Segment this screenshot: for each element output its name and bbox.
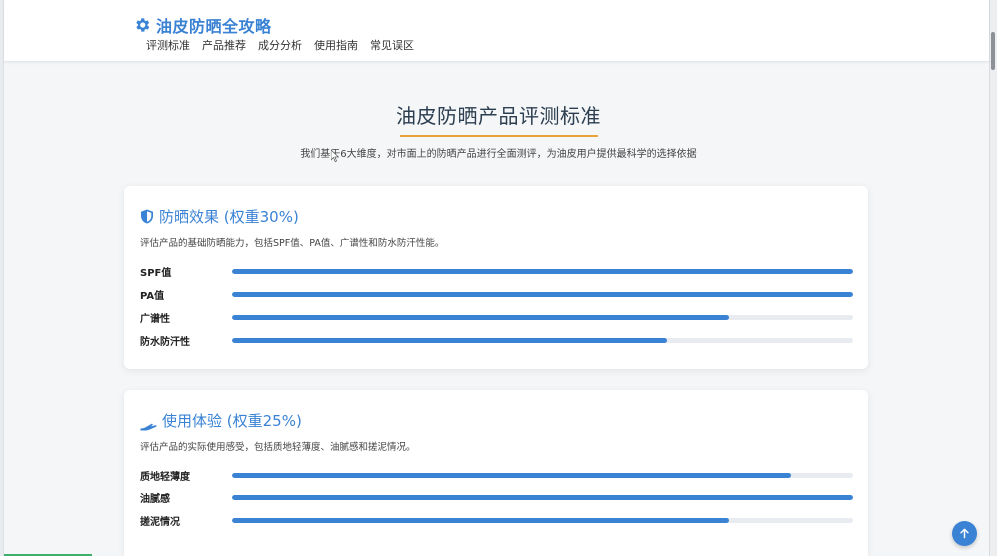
progress-fill	[232, 291, 853, 297]
site-title: 油皮防晒全攻略	[156, 17, 272, 36]
metric-label: 质地轻薄度	[140, 471, 190, 483]
progress-fill	[232, 314, 729, 320]
progress-track	[232, 337, 853, 343]
site-header: 油皮防晒全攻略 评测标准 产品推荐 成分分析 使用指南 常见误区	[4, 0, 989, 62]
scrollbar-thumb[interactable]	[991, 32, 995, 70]
page-subtitle: 我们基于6大维度，对市面上的防晒产品进行全面测评，为油皮用户提供最科学的选择依据	[300, 149, 697, 160]
card-header: 防晒效果 (权重30%)	[140, 206, 299, 227]
metric-label: 油腻感	[140, 493, 170, 505]
progress-track	[232, 472, 853, 478]
progress-fill	[232, 268, 853, 274]
progress-fill	[232, 472, 791, 478]
metric-label: 搓泥情况	[140, 516, 180, 528]
nav-item-myths[interactable]: 常见误区	[370, 37, 414, 53]
metric-label: PA值	[140, 290, 165, 302]
progress-track	[232, 494, 853, 500]
mouse-cursor-icon	[331, 150, 339, 162]
card-header: 使用体验 (权重25%)	[140, 410, 302, 431]
criteria-card-user-experience: 使用体验 (权重25%) 评估产品的实际使用感受，包括质地轻薄度、油腻感和搓泥情…	[124, 390, 868, 556]
criteria-card-sun-protection: 防晒效果 (权重30%) 评估产品的基础防晒能力，包括SPF值、PA值、广谱性和…	[124, 186, 868, 369]
gear-icon	[133, 16, 151, 34]
metric-label: SPF值	[140, 267, 172, 279]
hand-icon	[140, 416, 157, 430]
hero-section: 油皮防晒产品评测标准 我们基于6大维度，对市面上的防晒产品进行全面测评，为油皮用…	[0, 100, 997, 160]
nav-item-products[interactable]: 产品推荐	[202, 37, 246, 53]
metric-row: 搓泥情况	[140, 513, 853, 528]
vertical-scrollbar[interactable]	[989, 0, 997, 556]
card-title: 使用体验 (权重25%)	[162, 412, 302, 430]
arrow-up-icon	[960, 528, 969, 539]
nav-item-guide[interactable]: 使用指南	[314, 37, 358, 53]
window-edge-left	[0, 0, 4, 556]
progress-track	[232, 314, 853, 320]
nav-item-ingredients[interactable]: 成分分析	[258, 37, 302, 53]
nav-item-evaluation[interactable]: 评测标准	[146, 37, 190, 53]
page-title: 油皮防晒产品评测标准	[396, 104, 601, 128]
metric-row: SPF值	[140, 264, 853, 279]
title-underline	[399, 135, 598, 137]
brand[interactable]: 油皮防晒全攻略	[133, 13, 272, 37]
progress-track	[232, 268, 853, 274]
shield-icon	[140, 209, 154, 224]
progress-track	[232, 291, 853, 297]
metric-row: PA值	[140, 287, 853, 302]
back-to-top-button[interactable]	[952, 521, 977, 546]
metric-row: 油腻感	[140, 490, 853, 505]
metric-row: 质地轻薄度	[140, 468, 853, 483]
metric-label: 广谱性	[140, 313, 170, 325]
progress-fill	[232, 517, 729, 523]
metric-label: 防水防汗性	[140, 336, 190, 348]
metric-row: 防水防汗性	[140, 333, 853, 348]
metric-row: 广谱性	[140, 310, 853, 325]
progress-fill	[232, 337, 667, 343]
progress-track	[232, 517, 853, 523]
main-nav: 评测标准 产品推荐 成分分析 使用指南 常见误区	[146, 37, 414, 53]
card-description: 评估产品的实际使用感受，包括质地轻薄度、油腻感和搓泥情况。	[140, 442, 416, 453]
progress-fill	[232, 494, 853, 500]
card-description: 评估产品的基础防晒能力，包括SPF值、PA值、广谱性和防水防汗性能。	[140, 238, 445, 249]
card-title: 防晒效果 (权重30%)	[159, 208, 299, 226]
